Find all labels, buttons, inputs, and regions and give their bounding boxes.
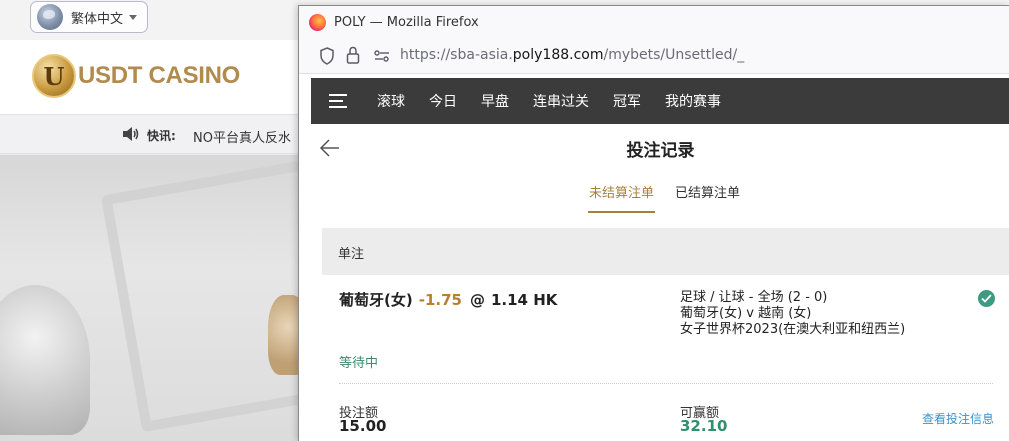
news-text: NO平台真人反水	[193, 131, 291, 146]
tab-unsettled[interactable]: 未结算注单	[588, 182, 656, 213]
language-select[interactable]: 繁体中文	[30, 1, 148, 33]
view-bet-details-link[interactable]: 查看投注信息	[922, 410, 994, 427]
tab-settled[interactable]: 已结算注单	[675, 182, 740, 211]
url-domain: poly188.com	[512, 47, 604, 63]
nav-item-my-events[interactable]: 我的赛事	[665, 91, 721, 111]
handicap-value: -1.75	[418, 291, 462, 309]
firefox-window: POLY — Mozilla Firefox https://sba-asia.…	[298, 5, 1009, 441]
check-circle-icon	[978, 290, 995, 307]
casino-logo[interactable]: U USDT CASINO	[32, 54, 240, 98]
bet-tabs: 未结算注单 已结算注单	[311, 174, 1009, 213]
hamburger-menu-icon[interactable]	[329, 94, 347, 108]
league-name: 女子世界杯2023(在澳大利亚和纽西兰)	[680, 322, 906, 337]
odds-value: 1.14 HK	[490, 291, 558, 309]
at-symbol: @	[469, 291, 485, 309]
news-label: 快讯:	[147, 129, 176, 143]
speaker-icon	[123, 127, 139, 141]
page-header: 投注记录	[311, 124, 1009, 174]
url-prefix: https://sba-asia.	[400, 47, 513, 63]
language-label: 繁体中文	[71, 11, 124, 27]
selection-team: 葡萄牙(女)	[339, 291, 413, 309]
nav-item-parlay[interactable]: 连串过关	[533, 91, 589, 111]
nav-item-outright[interactable]: 冠军	[613, 91, 641, 111]
section-header-single-bets: 单注	[322, 228, 1009, 275]
hero-ornament	[268, 295, 300, 375]
stake-value: 15.00	[339, 417, 387, 435]
nav-item-early[interactable]: 早盘	[481, 91, 509, 111]
market-type: 足球 / 让球 - 全场 (2 - 0)	[680, 290, 828, 305]
url-path: /mybets/Unsettled/_	[603, 47, 745, 63]
permissions-icon[interactable]	[373, 47, 391, 65]
potential-win-value: 32.10	[680, 417, 728, 435]
firefox-icon	[309, 13, 326, 31]
logo-text: USDT CASINO	[78, 62, 241, 89]
shield-icon[interactable]	[319, 47, 335, 65]
chevron-down-icon	[129, 14, 138, 20]
lock-icon[interactable]	[346, 46, 360, 64]
nav-item-today[interactable]: 今日	[429, 91, 457, 111]
section-label: 单注	[338, 247, 365, 262]
url-text[interactable]: https://sba-asia.poly188.com/mybets/Unse…	[400, 47, 744, 63]
match-name: 葡萄牙(女) v 越南 (女)	[680, 306, 812, 321]
logo-coin: U	[32, 54, 76, 98]
divider	[339, 383, 993, 384]
bet-status: 等待中	[339, 356, 379, 371]
window-titlebar[interactable]: POLY — Mozilla Firefox	[299, 6, 1009, 38]
sports-nav-bar: 滚球 今日 早盘 连串过关 冠军 我的赛事	[311, 78, 1009, 124]
globe-icon	[37, 4, 63, 30]
nav-item-live[interactable]: 滚球	[377, 91, 405, 111]
hero-statue	[0, 285, 90, 435]
bet-selection: 葡萄牙(女) -1.75 @1.14 HK	[339, 289, 557, 310]
window-title: POLY — Mozilla Firefox	[334, 14, 479, 30]
page-title: 投注记录	[626, 141, 695, 161]
bet-card: 葡萄牙(女) -1.75 @1.14 HK 足球 / 让球 - 全场 (2 - 0)…	[322, 275, 1009, 441]
bet-market-info: 足球 / 让球 - 全场 (2 - 0) 葡萄牙(女) v 越南 (女) 女子世…	[680, 290, 905, 338]
hero-arch	[100, 157, 300, 433]
hero-banner	[0, 155, 300, 441]
url-bar[interactable]: https://sba-asia.poly188.com/mybets/Unse…	[299, 38, 1009, 74]
